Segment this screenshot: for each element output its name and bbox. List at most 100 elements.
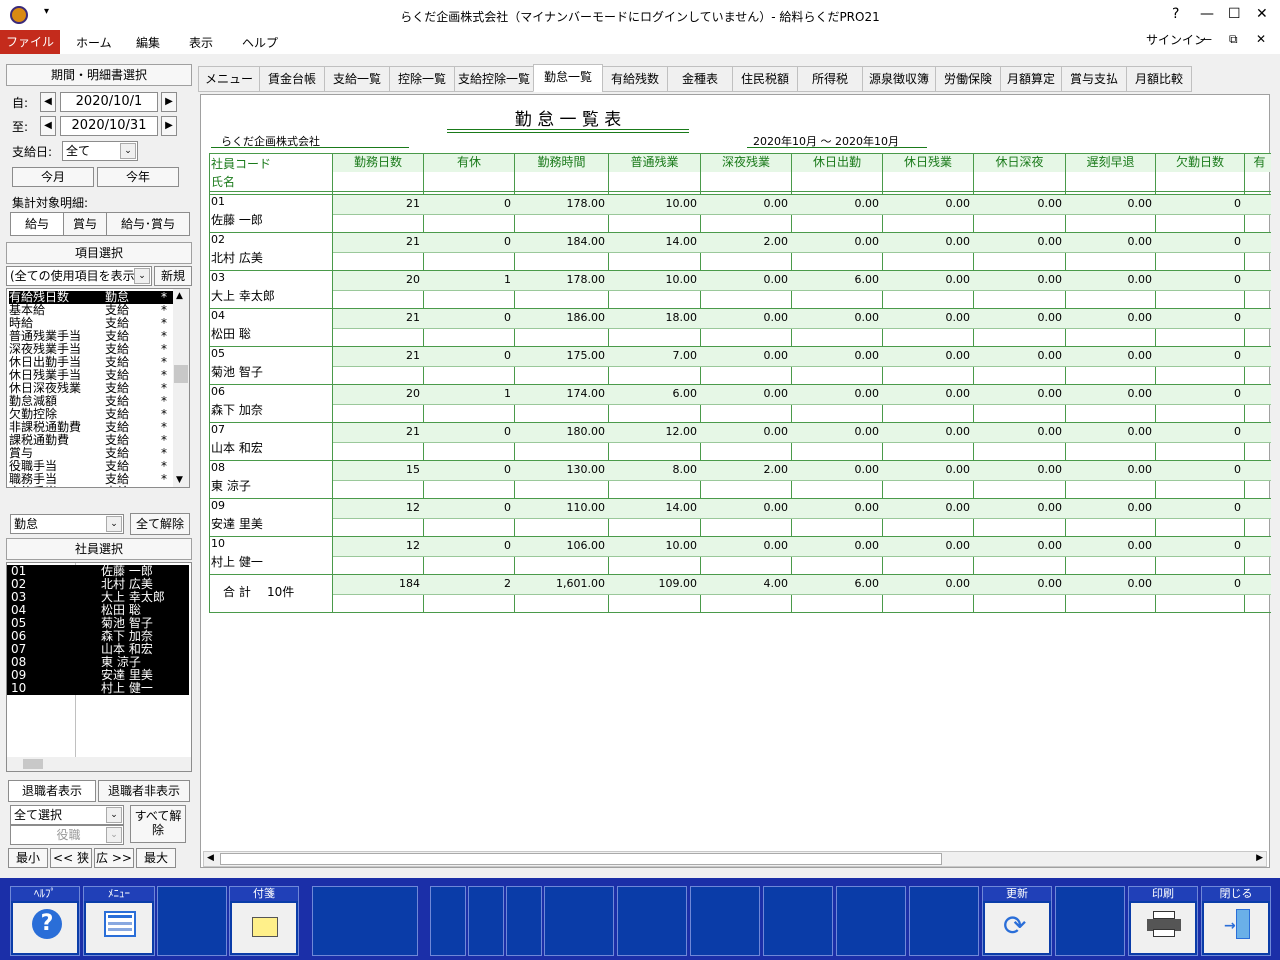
employee-list[interactable]: 01 佐藤 一郎 02 北村 広美 03 大上 幸太郎 04 松田 聡 05 菊池 智子 06 森下 … [6, 562, 192, 772]
item-list-scrollbar[interactable]: ▲ ▼ [173, 289, 189, 487]
ribbon-close-button[interactable]: ✕ [1256, 32, 1266, 46]
employee-code: 01 [211, 195, 225, 208]
tab-1[interactable]: メニュー [198, 66, 260, 92]
minimum-button[interactable]: 最小 [8, 848, 48, 868]
scroll-down-icon[interactable]: ▼ [176, 475, 183, 485]
clear-all-items-button[interactable]: 全て解除 [130, 513, 190, 535]
list-item[interactable]: 06 森下 加奈 [7, 630, 189, 643]
tag-fkey[interactable]: 付箋 [229, 886, 299, 956]
list-item[interactable]: 基本給 支給 * [9, 304, 173, 317]
list-item[interactable]: 01 佐藤 一郎 [7, 565, 189, 578]
new-item-button[interactable]: 新規 [154, 266, 192, 286]
tab-8[interactable]: 金種表 [667, 66, 733, 92]
help-fkey[interactable]: ﾍﾙﾌﾟ ? [10, 886, 80, 956]
narrow-button[interactable]: << 狭 [50, 848, 92, 868]
empty-fkey[interactable] [312, 886, 418, 956]
scroll-thumb[interactable] [174, 365, 188, 383]
help-icon[interactable]: ? [1172, 6, 1179, 22]
list-item[interactable]: 09 安達 里美 [7, 669, 189, 682]
this-month-button[interactable]: 今月 [12, 167, 94, 187]
signin-link[interactable]: サインイン [1146, 31, 1206, 48]
tab-9[interactable]: 住民税額 [732, 66, 798, 92]
scroll-up-icon[interactable]: ▲ [176, 291, 183, 301]
empty-fkey[interactable] [836, 886, 906, 956]
tab-3[interactable]: 支給一覧 [324, 66, 390, 92]
menu-help[interactable]: ヘルプ [242, 34, 278, 51]
item-filter-select[interactable]: (全ての使用項目を表示) ⌄ [6, 266, 152, 286]
hscroll-thumb[interactable] [23, 759, 43, 769]
tab-13[interactable]: 月額算定 [1000, 66, 1062, 92]
cell-value: 186.00 [566, 311, 606, 324]
ribbon-minimize-button[interactable]: — [1200, 32, 1212, 46]
list-item[interactable]: 課税通勤費 支給 * [9, 434, 173, 447]
tab-7[interactable]: 有給残数 [602, 66, 668, 92]
list-item[interactable]: 05 菊池 智子 [7, 617, 189, 630]
refresh-fkey[interactable]: 更新 ⟳ [982, 886, 1052, 956]
tab-4[interactable]: 控除一覧 [389, 66, 455, 92]
position-select[interactable]: 役職 ⌄ [10, 825, 124, 845]
target-bonus-tab[interactable]: 賞与 [63, 212, 107, 236]
cell-value: 0.00 [1037, 463, 1063, 476]
list-item[interactable]: 03 大上 幸太郎 [7, 591, 189, 604]
from-prev-button[interactable]: ◀ [40, 92, 56, 112]
attendance-grid[interactable]: 社員コード 氏名 勤務日数 有休 勤務時間 普通残業 深夜残業 休日出勤 休日残業 休日深夜 遅刻早… [209, 153, 1271, 615]
list-item[interactable]: 10 村上 健一 [7, 682, 189, 695]
target-both-tab[interactable]: 給与･賞与 [106, 212, 190, 236]
empty-fkey[interactable] [690, 886, 760, 956]
empty-fkey[interactable] [909, 886, 979, 956]
cell-value: 0.00 [1127, 197, 1153, 210]
empty-fkey[interactable] [506, 886, 542, 956]
empty-fkey[interactable] [544, 886, 614, 956]
tab-5[interactable]: 支給控除一覧 [454, 66, 534, 92]
tab-6[interactable]: 勤怠一覧 [533, 64, 603, 92]
menu-view[interactable]: 表示 [189, 34, 213, 51]
from-next-button[interactable]: ▶ [161, 92, 177, 112]
select-all-select[interactable]: 全て選択 ⌄ [10, 805, 124, 825]
from-date-input[interactable]: 2020/10/1 [60, 92, 158, 112]
to-date-input[interactable]: 2020/10/31 [60, 116, 158, 136]
maximize-button[interactable]: ☐ [1228, 6, 1241, 22]
target-salary-tab[interactable]: 給与 [10, 212, 64, 236]
close-window-button[interactable]: ✕ [1256, 6, 1268, 22]
retired-show-tab[interactable]: 退職者表示 [8, 780, 96, 802]
empty-fkey[interactable] [430, 886, 466, 956]
report-hscrollbar[interactable]: ◀ ▶ [203, 851, 1267, 867]
tab-10[interactable]: 所得税 [797, 66, 863, 92]
item-kind-select[interactable]: 勤怠 ⌄ [10, 514, 124, 534]
list-item[interactable]: 家族手当 支給 * [9, 486, 173, 488]
close-fkey[interactable]: 閉じる → [1201, 886, 1271, 956]
menu-edit[interactable]: 編集 [136, 34, 160, 51]
item-list[interactable]: ▲ ▼ 有給残日数 勤怠 * 基本給 支給 * 時給 支給 * 普通残業手当 支給 * 深夜残業手当 支給… [6, 288, 190, 488]
menu-home[interactable]: ホーム [76, 34, 112, 51]
tab-14[interactable]: 賞与支払 [1061, 66, 1127, 92]
list-item[interactable]: 07 山本 和宏 [7, 643, 189, 656]
payday-select[interactable]: 全て ⌄ [62, 141, 138, 161]
empty-fkey[interactable] [763, 886, 833, 956]
employee-list-hscrollbar[interactable] [7, 757, 191, 771]
to-prev-button[interactable]: ◀ [40, 116, 56, 136]
empty-fkey[interactable] [157, 886, 227, 956]
empty-fkey[interactable] [468, 886, 504, 956]
menu-fkey[interactable]: ﾒﾆｭｰ [83, 886, 155, 956]
scroll-left-icon[interactable]: ◀ [207, 853, 214, 863]
tab-15[interactable]: 月額比較 [1126, 66, 1192, 92]
all-clear-button[interactable]: すべて解除 [130, 805, 186, 843]
empty-fkey[interactable] [617, 886, 687, 956]
retired-hide-tab[interactable]: 退職者非表示 [98, 780, 190, 802]
print-fkey[interactable]: 印刷 [1128, 886, 1198, 956]
empty-fkey[interactable] [1055, 886, 1125, 956]
to-next-button[interactable]: ▶ [161, 116, 177, 136]
maximum-button[interactable]: 最大 [136, 848, 176, 868]
tab-12[interactable]: 労働保険 [935, 66, 1001, 92]
wide-button[interactable]: 広 >> [94, 848, 134, 868]
tab-2[interactable]: 賃金台帳 [259, 66, 325, 92]
hscroll-thumb[interactable] [220, 853, 942, 865]
menu-file[interactable]: ファイル [0, 30, 60, 54]
ribbon-restore-button[interactable]: ⧉ [1229, 32, 1238, 47]
this-year-button[interactable]: 今年 [97, 167, 179, 187]
list-item[interactable]: 04 松田 聡 [7, 604, 189, 617]
minimize-button[interactable]: — [1200, 6, 1214, 22]
scroll-right-icon[interactable]: ▶ [1256, 853, 1263, 863]
list-item[interactable]: 08 東 涼子 [7, 656, 189, 669]
tab-11[interactable]: 源泉徴収簿 [862, 66, 936, 92]
